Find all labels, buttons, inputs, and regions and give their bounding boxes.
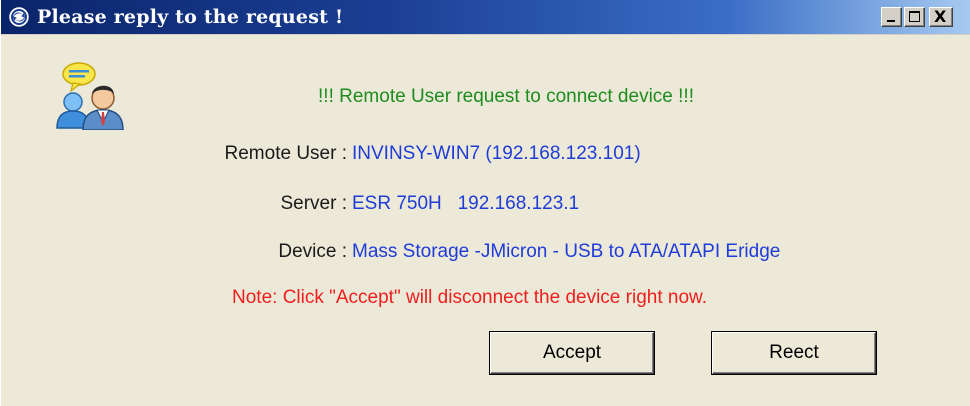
remote-user-label: Remote User : (224, 143, 347, 164)
close-button[interactable]: X (929, 7, 953, 27)
server-row: Server : ESR 750H 192.168.123.1 (1, 193, 970, 223)
window-title: Please reply to the request ! (37, 6, 344, 28)
maximize-icon (909, 11, 920, 22)
maximize-button[interactable] (904, 7, 925, 27)
accept-button[interactable]: Accept (490, 332, 654, 374)
client-edge (1, 34, 970, 35)
remote-user-value: INVINSY-WIN7 (192.168.123.101) (352, 143, 641, 164)
app-globe-icon (7, 5, 31, 29)
server-label: Server : (280, 193, 347, 214)
server-value: ESR 750H 192.168.123.1 (352, 193, 580, 214)
minimize-button[interactable] (881, 7, 902, 27)
remote-user-row: Remote User : INVINSY-WIN7 (192.168.123.… (1, 143, 970, 173)
title-bar[interactable]: Please reply to the request ! X (1, 0, 970, 34)
device-label: Device : (278, 241, 347, 262)
minimize-icon (887, 20, 895, 22)
device-row: Device : Mass Storage -JMicron - USB to … (1, 241, 970, 271)
device-value: Mass Storage -JMicron - USB to ATA/ATAPI… (352, 241, 781, 262)
request-header-message: !!! Remote User request to connect devic… (318, 86, 694, 107)
request-dialog-window: Please reply to the request ! X !!! Remo… (0, 0, 970, 406)
disconnect-warning-note: Note: Click "Accept" will disconnect the… (232, 287, 707, 308)
close-icon: X (934, 7, 947, 26)
reject-button[interactable]: Reect (712, 332, 876, 374)
